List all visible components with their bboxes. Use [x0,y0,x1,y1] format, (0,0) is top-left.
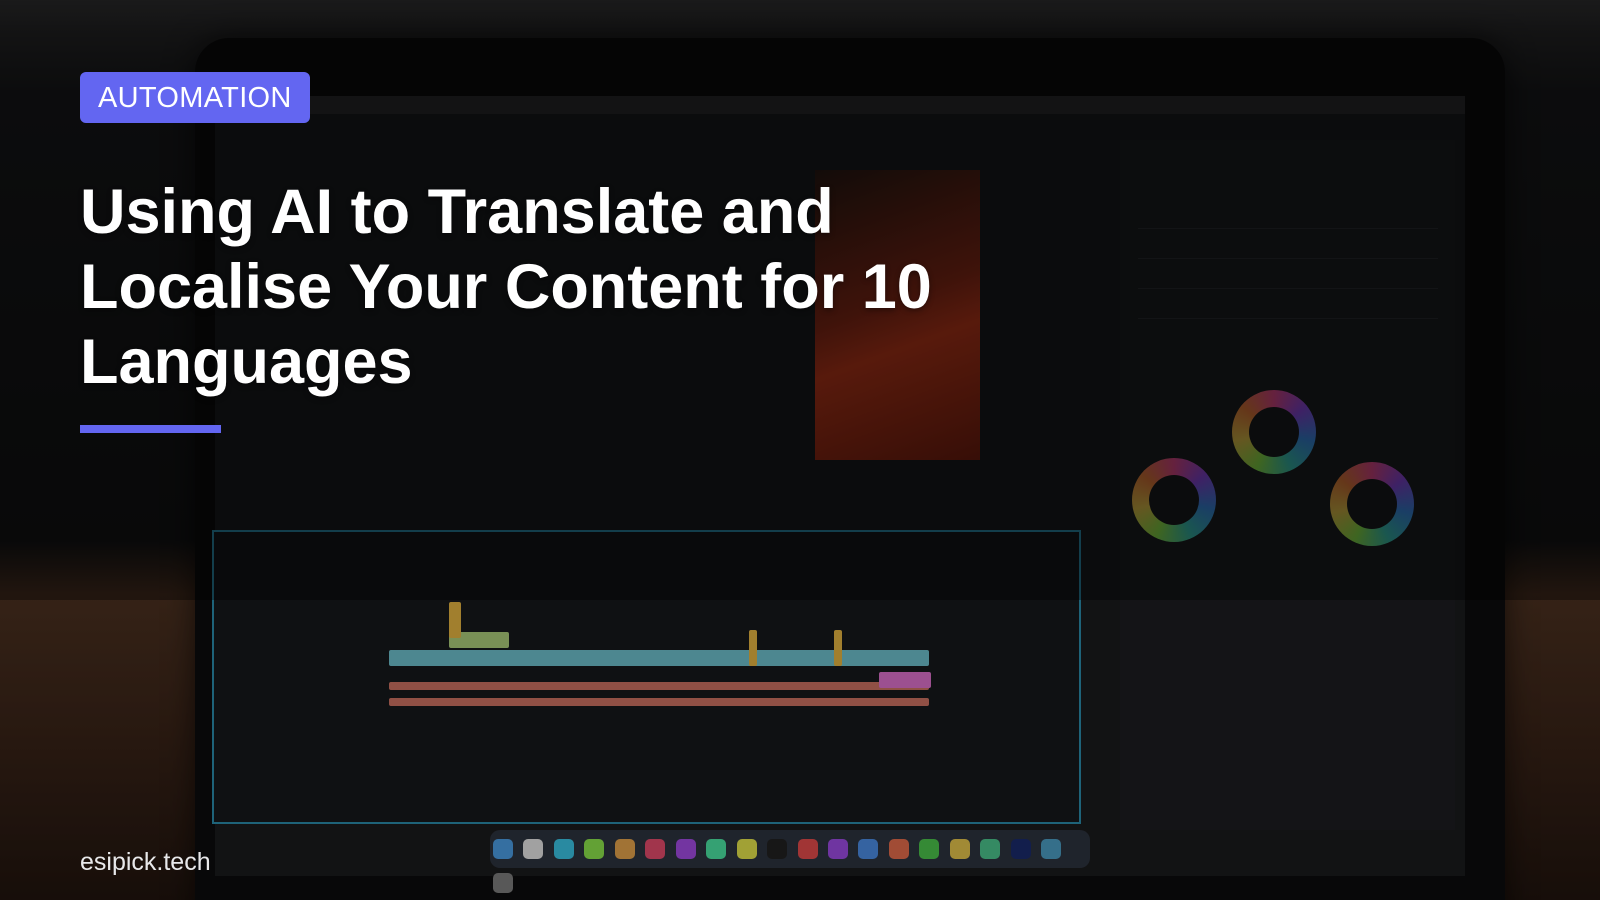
category-badge[interactable]: AUTOMATION [80,72,310,123]
article-title: Using AI to Translate and Localise Your … [80,177,932,397]
title-underline [80,425,221,433]
hero-banner: AUTOMATION Using AI to Translate and Loc… [0,0,1600,900]
site-name: esipick.tech [80,848,211,876]
dark-overlay-bottom [0,600,1600,900]
